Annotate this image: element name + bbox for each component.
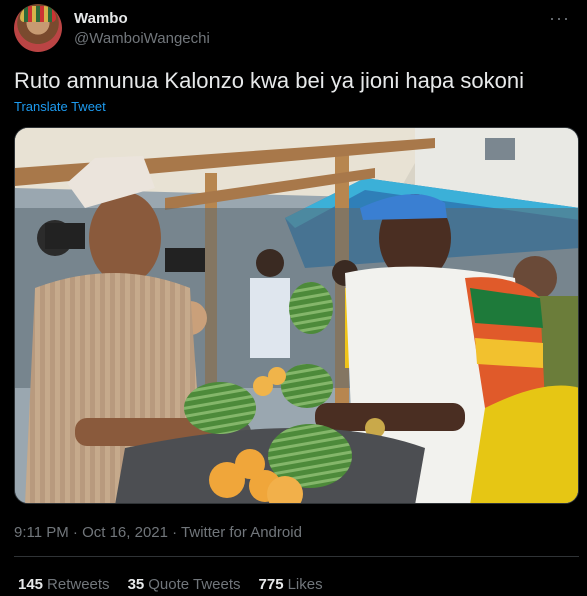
tweet-stats: 145 Retweets 35 Quote Tweets 775 Likes [18, 576, 323, 593]
tweet-photo[interactable] [14, 127, 579, 504]
likes-label: Likes [287, 576, 323, 593]
tweet-timestamp[interactable]: 9:11 PM · Oct 16, 2021 · Twitter for And… [14, 524, 302, 541]
divider [14, 556, 579, 557]
tweet-header: Wambo @WamboiWangechi ··· [14, 4, 574, 52]
likes-stat[interactable]: 775 Likes [259, 576, 323, 593]
more-dots-icon[interactable]: ··· [549, 8, 570, 29]
retweets-stat[interactable]: 145 Retweets [18, 576, 110, 593]
tweet-text: Ruto amnunua Kalonzo kwa bei ya jioni ha… [14, 68, 524, 93]
quote-label: Quote Tweets [148, 576, 241, 593]
quote-count: 35 [127, 576, 145, 593]
avatar[interactable] [14, 4, 62, 52]
market-scene-image [15, 128, 578, 503]
retweets-label: Retweets [47, 576, 110, 593]
user-handle[interactable]: @WamboiWangechi [74, 30, 210, 47]
display-name[interactable]: Wambo [74, 10, 128, 27]
translate-tweet-link[interactable]: Translate Tweet [14, 99, 106, 114]
likes-count: 775 [258, 576, 284, 593]
quote-tweets-stat[interactable]: 35 Quote Tweets [128, 576, 241, 593]
retweets-count: 145 [18, 576, 44, 593]
